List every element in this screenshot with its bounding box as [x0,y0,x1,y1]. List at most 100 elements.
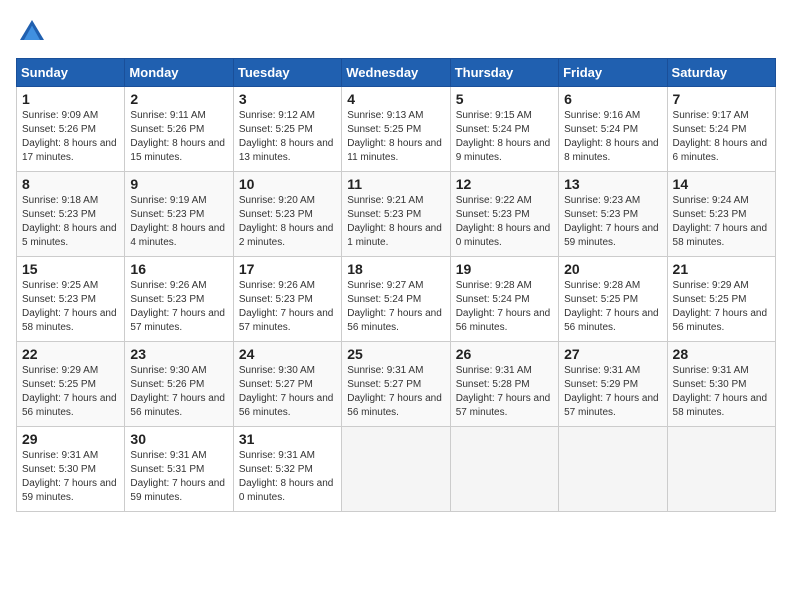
day-info: Sunrise: 9:26 AMSunset: 5:23 PMDaylight:… [130,279,227,335]
day-number: 25 [347,346,444,362]
day-info: Sunrise: 9:20 AMSunset: 5:23 PMDaylight:… [239,194,336,250]
day-info: Sunrise: 9:31 AMSunset: 5:32 PMDaylight:… [239,449,336,505]
day-number: 20 [564,261,661,277]
logo [16,16,52,48]
logo-icon [16,16,48,48]
day-info: Sunrise: 9:27 AMSunset: 5:24 PMDaylight:… [347,279,444,335]
day-info: Sunrise: 9:26 AMSunset: 5:23 PMDaylight:… [239,279,336,335]
header-cell-sunday: Sunday [17,59,125,87]
day-number: 24 [239,346,336,362]
day-number: 11 [347,176,444,192]
day-cell: 27 Sunrise: 9:31 AMSunset: 5:29 PMDayligh… [559,342,667,427]
day-number: 9 [130,176,227,192]
day-info: Sunrise: 9:11 AMSunset: 5:26 PMDaylight:… [130,109,227,165]
calendar-table: SundayMondayTuesdayWednesdayThursdayFrid… [16,58,776,512]
day-cell: 5Sunrise: 9:15 AMSunset: 5:24 PMDaylight… [450,87,558,172]
header-cell-thursday: Thursday [450,59,558,87]
day-cell [559,427,667,512]
day-number: 8 [22,176,119,192]
day-cell: 17 Sunrise: 9:26 AMSunset: 5:23 PMDayligh… [233,257,341,342]
day-info: Sunrise: 9:28 AMSunset: 5:25 PMDaylight:… [564,279,661,335]
day-cell: 15 Sunrise: 9:25 AMSunset: 5:23 PMDayligh… [17,257,125,342]
day-number: 28 [673,346,770,362]
day-info: Sunrise: 9:18 AMSunset: 5:23 PMDaylight:… [22,194,119,250]
day-number: 22 [22,346,119,362]
day-cell: 2 Sunrise: 9:11 AMSunset: 5:26 PMDaylight… [125,87,233,172]
day-cell: 31 Sunrise: 9:31 AMSunset: 5:32 PMDayligh… [233,427,341,512]
header-cell-tuesday: Tuesday [233,59,341,87]
day-cell: 23Sunrise: 9:30 AMSunset: 5:26 PMDayligh… [125,342,233,427]
week-row-4: 22 Sunrise: 9:29 AMSunset: 5:25 PMDayligh… [17,342,776,427]
header [16,16,776,48]
day-cell: 8 Sunrise: 9:18 AMSunset: 5:23 PMDaylight… [17,172,125,257]
day-cell: 12 Sunrise: 9:22 AMSunset: 5:23 PMDayligh… [450,172,558,257]
day-number: 30 [130,431,227,447]
day-info: Sunrise: 9:31 AMSunset: 5:30 PMDaylight:… [22,449,119,505]
day-cell: 30 Sunrise: 9:31 AMSunset: 5:31 PMDayligh… [125,427,233,512]
day-info: Sunrise: 9:31 AMSunset: 5:28 PMDaylight:… [456,364,553,420]
header-cell-saturday: Saturday [667,59,775,87]
day-number: 14 [673,176,770,192]
day-info: Sunrise: 9:31 AMSunset: 5:27 PMDaylight:… [347,364,444,420]
day-number: 26 [456,346,553,362]
day-cell: 19 Sunrise: 9:28 AMSunset: 5:24 PMDayligh… [450,257,558,342]
day-info: Sunrise: 9:13 AMSunset: 5:25 PMDaylight:… [347,109,444,165]
day-cell: 25 Sunrise: 9:31 AMSunset: 5:27 PMDayligh… [342,342,450,427]
day-info: Sunrise: 9:15 AMSunset: 5:24 PMDaylight:… [456,109,553,165]
day-cell: 4 Sunrise: 9:13 AMSunset: 5:25 PMDaylight… [342,87,450,172]
day-number: 21 [673,261,770,277]
day-cell: 3Sunrise: 9:12 AMSunset: 5:25 PMDaylight… [233,87,341,172]
day-number: 2 [130,91,227,107]
day-info: Sunrise: 9:25 AMSunset: 5:23 PMDaylight:… [22,279,119,335]
day-cell: 14 Sunrise: 9:24 AMSunset: 5:23 PMDayligh… [667,172,775,257]
header-row: SundayMondayTuesdayWednesdayThursdayFrid… [17,59,776,87]
day-cell: 22 Sunrise: 9:29 AMSunset: 5:25 PMDayligh… [17,342,125,427]
day-cell: 26 Sunrise: 9:31 AMSunset: 5:28 PMDayligh… [450,342,558,427]
day-info: Sunrise: 9:12 AMSunset: 5:25 PMDaylight:… [239,109,336,165]
day-cell: 1Sunrise: 9:09 AMSunset: 5:26 PMDaylight… [17,87,125,172]
day-number: 16 [130,261,227,277]
day-info: Sunrise: 9:30 AMSunset: 5:27 PMDaylight:… [239,364,336,420]
day-number: 19 [456,261,553,277]
week-row-5: 29 Sunrise: 9:31 AMSunset: 5:30 PMDayligh… [17,427,776,512]
day-number: 15 [22,261,119,277]
day-number: 17 [239,261,336,277]
day-number: 31 [239,431,336,447]
day-cell: 7Sunrise: 9:17 AMSunset: 5:24 PMDaylight… [667,87,775,172]
header-cell-wednesday: Wednesday [342,59,450,87]
day-cell: 24 Sunrise: 9:30 AMSunset: 5:27 PMDayligh… [233,342,341,427]
day-info: Sunrise: 9:29 AMSunset: 5:25 PMDaylight:… [673,279,770,335]
day-number: 27 [564,346,661,362]
day-cell: 13 Sunrise: 9:23 AMSunset: 5:23 PMDayligh… [559,172,667,257]
day-cell: 9 Sunrise: 9:19 AMSunset: 5:23 PMDaylight… [125,172,233,257]
day-cell: 20 Sunrise: 9:28 AMSunset: 5:25 PMDayligh… [559,257,667,342]
week-row-1: 1Sunrise: 9:09 AMSunset: 5:26 PMDaylight… [17,87,776,172]
day-info: Sunrise: 9:28 AMSunset: 5:24 PMDaylight:… [456,279,553,335]
day-cell [342,427,450,512]
day-info: Sunrise: 9:09 AMSunset: 5:26 PMDaylight:… [22,109,119,165]
day-number: 4 [347,91,444,107]
day-number: 6 [564,91,661,107]
day-info: Sunrise: 9:31 AMSunset: 5:31 PMDaylight:… [130,449,227,505]
day-cell: 28Sunrise: 9:31 AMSunset: 5:30 PMDayligh… [667,342,775,427]
day-info: Sunrise: 9:19 AMSunset: 5:23 PMDaylight:… [130,194,227,250]
day-cell: 10 Sunrise: 9:20 AMSunset: 5:23 PMDayligh… [233,172,341,257]
header-cell-friday: Friday [559,59,667,87]
day-info: Sunrise: 9:24 AMSunset: 5:23 PMDaylight:… [673,194,770,250]
day-number: 10 [239,176,336,192]
day-info: Sunrise: 9:30 AMSunset: 5:26 PMDaylight:… [130,364,227,420]
day-number: 18 [347,261,444,277]
header-cell-monday: Monday [125,59,233,87]
week-row-3: 15 Sunrise: 9:25 AMSunset: 5:23 PMDayligh… [17,257,776,342]
day-cell: 29 Sunrise: 9:31 AMSunset: 5:30 PMDayligh… [17,427,125,512]
day-cell: 21 Sunrise: 9:29 AMSunset: 5:25 PMDayligh… [667,257,775,342]
day-info: Sunrise: 9:22 AMSunset: 5:23 PMDaylight:… [456,194,553,250]
day-number: 12 [456,176,553,192]
day-cell [450,427,558,512]
day-info: Sunrise: 9:29 AMSunset: 5:25 PMDaylight:… [22,364,119,420]
day-number: 7 [673,91,770,107]
day-number: 29 [22,431,119,447]
day-info: Sunrise: 9:31 AMSunset: 5:29 PMDaylight:… [564,364,661,420]
day-number: 13 [564,176,661,192]
day-info: Sunrise: 9:23 AMSunset: 5:23 PMDaylight:… [564,194,661,250]
